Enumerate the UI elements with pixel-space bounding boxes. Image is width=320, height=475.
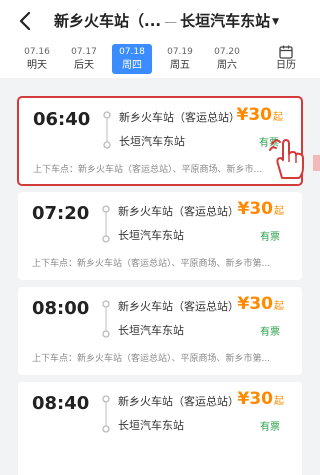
price: ¥30起: [238, 389, 285, 409]
destination-stop: 长垣汽车东站: [118, 229, 184, 242]
date-tab-weekday: 周六: [217, 60, 237, 71]
price-suffix: 起: [274, 301, 284, 312]
dropdown-caret-icon: ▼: [272, 16, 280, 27]
date-tab-date: 07.16: [24, 47, 50, 57]
destination-stop: 长垣汽车东站: [118, 324, 184, 337]
departure-time: 08:00: [32, 298, 90, 319]
date-tab-0716[interactable]: 07.16 明天: [17, 44, 57, 74]
departure-time: 06:40: [33, 109, 91, 130]
date-tab-weekday: 后天: [74, 60, 94, 71]
route-separator: —: [164, 15, 178, 30]
date-tab-weekday: 周四: [122, 60, 142, 71]
date-tab-weekday: 周五: [170, 60, 190, 71]
trip-card[interactable]: 06:40 新乡火车站（客运总站） 长垣汽车东站 ¥30起 有票 上下车点：新乡…: [17, 96, 303, 186]
destination-station: 长垣汽车东站: [180, 12, 271, 30]
boarding-points: 上下车点：新乡火车站（客运总站）、平原商场、新乡市第...: [32, 354, 271, 364]
price: ¥30起: [237, 105, 284, 125]
calendar-icon: [279, 45, 293, 59]
price-suffix: 起: [274, 206, 284, 217]
route-title[interactable]: 新乡火车站（... — 长垣汽车东站 ▼: [54, 9, 284, 33]
price-value: ¥30: [237, 389, 274, 409]
tap-hand-icon: [269, 139, 304, 179]
trip-card[interactable]: 08:40 新乡火车站（客运总站） 长垣汽车东站 ¥30起 有票: [18, 382, 302, 475]
departure-time: 07:20: [32, 203, 90, 224]
price-suffix: 起: [273, 112, 283, 123]
date-tab-0718[interactable]: 07.18 周四: [112, 44, 152, 74]
back-arrow-icon[interactable]: [14, 9, 38, 33]
route-line-icon: [102, 395, 110, 433]
price-suffix: 起: [274, 396, 284, 407]
price: ¥30起: [238, 199, 285, 219]
boarding-points: 上下车点：新乡火车站（客运总站）、平原商场、新乡市...: [33, 165, 263, 175]
scroll-indicator: [313, 155, 320, 171]
ticket-status: 有票: [260, 232, 280, 243]
price-value: ¥30: [236, 105, 273, 125]
calendar-button[interactable]: 日历: [271, 44, 301, 74]
date-tab-0720[interactable]: 07.20 周六: [207, 44, 247, 74]
departure-time: 08:40: [32, 393, 90, 414]
origin-stop: 新乡火车站（客运总站）: [118, 395, 239, 408]
ticket-status: 有票: [260, 422, 280, 433]
origin-station: 新乡火车站（...: [54, 12, 162, 30]
origin-stop: 新乡火车站（客运总站）: [118, 300, 239, 313]
destination-stop: 长垣汽车东站: [118, 419, 184, 432]
price-value: ¥30: [237, 199, 274, 219]
top-bar: 新乡火车站（... — 长垣汽车东站 ▼: [0, 0, 320, 44]
date-tab-0717[interactable]: 07.17 后天: [64, 44, 104, 74]
trip-card[interactable]: 08:00 新乡火车站（客运总站） 长垣汽车东站 ¥30起 有票 上下车点：新乡…: [18, 287, 302, 375]
date-tab-weekday: 明天: [27, 60, 47, 71]
trip-card[interactable]: 07:20 新乡火车站（客运总站） 长垣汽车东站 ¥30起 有票 上下车点：新乡…: [18, 192, 302, 280]
origin-stop: 新乡火车站（客运总站）: [119, 111, 240, 124]
date-tab-date: 07.17: [71, 47, 97, 57]
price: ¥30起: [238, 294, 285, 314]
date-tab-date: 07.20: [214, 47, 240, 57]
boarding-points: 上下车点：新乡火车站（客运总站）、平原商场、新乡市第...: [32, 259, 271, 269]
date-tab-0719[interactable]: 07.19 周五: [160, 44, 200, 74]
date-selector: 07.16 明天 07.17 后天 07.18 周四 07.19 周五 07.2…: [0, 44, 320, 78]
date-tab-date: 07.18: [119, 47, 145, 57]
price-value: ¥30: [237, 294, 274, 314]
route-line-icon: [102, 300, 110, 338]
route-line-icon: [102, 205, 110, 243]
destination-stop: 长垣汽车东站: [119, 135, 185, 148]
route-line-icon: [103, 111, 111, 149]
date-tab-date: 07.19: [167, 47, 193, 57]
origin-stop: 新乡火车站（客运总站）: [118, 205, 239, 218]
calendar-label: 日历: [276, 60, 296, 71]
ticket-status: 有票: [260, 327, 280, 338]
